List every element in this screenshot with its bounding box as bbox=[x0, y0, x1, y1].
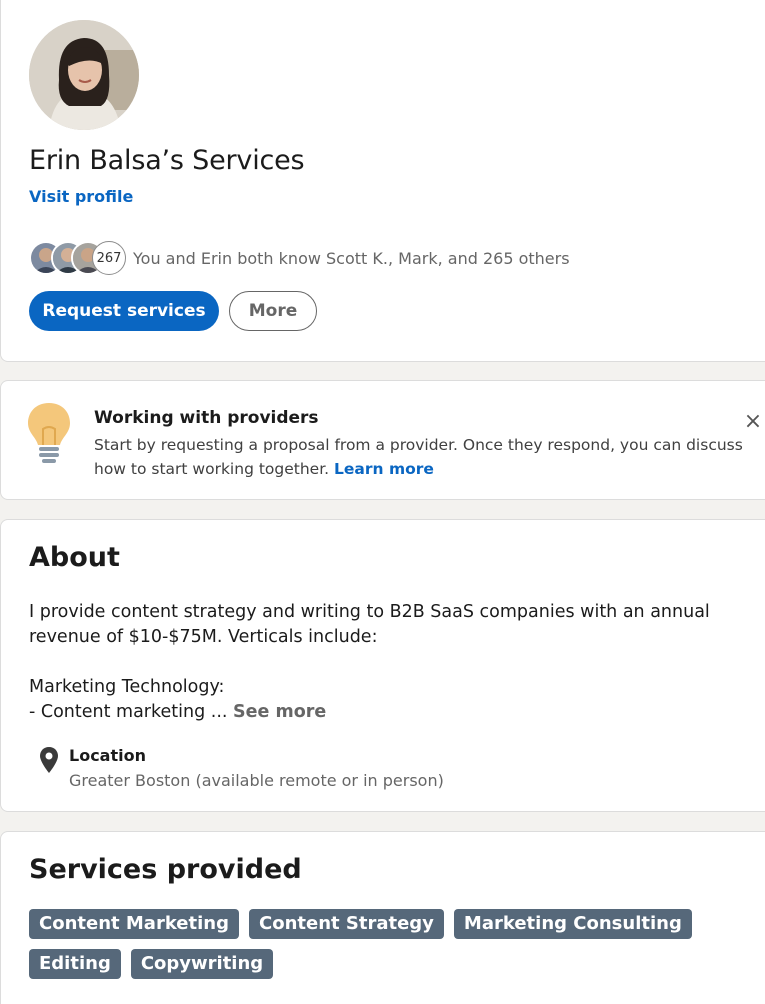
tip-card: Working with providers Start by requesti… bbox=[0, 380, 765, 500]
about-body: I provide content strategy and writing t… bbox=[29, 602, 710, 722]
close-icon[interactable]: × bbox=[742, 411, 764, 433]
mutual-count-badge: 267 bbox=[92, 241, 126, 275]
profile-avatar[interactable] bbox=[29, 20, 139, 130]
tip-body: Start by requesting a proposal from a pr… bbox=[94, 433, 744, 481]
learn-more-link[interactable]: Learn more bbox=[334, 460, 434, 478]
service-tag-content-marketing[interactable]: Content Marketing bbox=[29, 909, 239, 939]
mutual-avatars[interactable]: 267 bbox=[29, 240, 126, 276]
see-more-link[interactable]: See more bbox=[233, 702, 326, 722]
service-tag-content-strategy[interactable]: Content Strategy bbox=[249, 909, 444, 939]
location-label: Location bbox=[69, 746, 146, 765]
location-value: Greater Boston (available remote or in p… bbox=[69, 771, 444, 790]
lightbulb-icon bbox=[28, 403, 70, 463]
tip-title: Working with providers bbox=[94, 408, 319, 428]
service-tags: Content Marketing Content Strategy Marke… bbox=[29, 909, 749, 979]
more-button[interactable]: More bbox=[229, 291, 317, 331]
location-pin-icon bbox=[40, 747, 58, 773]
about-card: About I provide content strategy and wri… bbox=[0, 519, 765, 812]
about-text: I provide content strategy and writing t… bbox=[29, 600, 729, 725]
service-tag-copywriting[interactable]: Copywriting bbox=[130, 949, 274, 979]
about-title: About bbox=[29, 542, 120, 573]
service-tag-marketing-consulting[interactable]: Marketing Consulting bbox=[453, 909, 692, 939]
services-title: Services provided bbox=[29, 854, 302, 885]
mutual-connections-text: You and Erin both know Scott K., Mark, a… bbox=[133, 248, 570, 268]
services-card: Services provided Content Marketing Cont… bbox=[0, 831, 765, 1004]
service-tag-editing[interactable]: Editing bbox=[29, 949, 121, 979]
page-title: Erin Balsa’s Services bbox=[29, 145, 305, 176]
profile-card: Erin Balsa’s Services Visit profile 267 … bbox=[0, 0, 765, 362]
request-services-button[interactable]: Request services bbox=[29, 291, 219, 331]
visit-profile-link[interactable]: Visit profile bbox=[29, 187, 133, 206]
mutual-connections[interactable]: 267 You and Erin both know Scott K., Mar… bbox=[29, 240, 570, 276]
